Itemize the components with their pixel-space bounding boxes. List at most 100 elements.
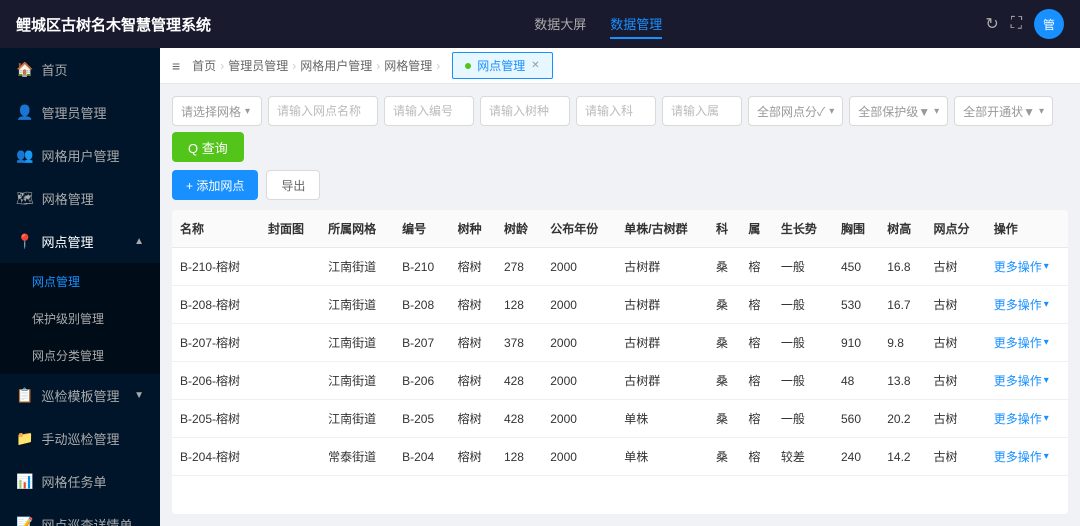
template-icon: 📋 <box>16 387 33 404</box>
op-more-link[interactable]: 更多操作 ▾ <box>994 410 1060 427</box>
op-chevron-icon: ▾ <box>1044 375 1049 386</box>
sidebar-item-patrol-template[interactable]: 📋 巡检模板管理 ▼ <box>0 374 160 417</box>
col-code: 编号 <box>394 210 450 248</box>
add-node-button[interactable]: + 添加网点 <box>172 170 258 200</box>
sidebar-item-admin[interactable]: 👤 管理员管理 <box>0 91 160 134</box>
op-more-link[interactable]: 更多操作 ▾ <box>994 334 1060 351</box>
filter-genus-input[interactable] <box>662 96 742 126</box>
filter-grid-placeholder: 请选择网格 <box>181 103 241 120</box>
sidebar-sub-node: 网点管理 保护级别管理 网点分类管理 <box>0 263 160 374</box>
sidebar-sub-classification[interactable]: 网点分类管理 <box>0 337 160 374</box>
content-area: 请选择网格 ▾ 全部网点分✓ ▾ 全部保护级▼ ▾ 全部开通状▼ <box>160 84 1080 526</box>
grid-icon: 🗺 <box>16 190 34 207</box>
refresh-icon[interactable]: ↻ <box>985 14 998 34</box>
sidebar-sub-protection[interactable]: 保护级别管理 <box>0 300 160 337</box>
table-container: 名称 封面图 所属网格 编号 树种 树龄 公布年份 单株/古树群 科 属 生长势… <box>172 210 1068 514</box>
tabs-bar: ≡ 首页 › 管理员管理 › 网格用户管理 › 网格管理 › 网点管理 ✕ <box>160 48 1080 84</box>
filter-score-select[interactable]: 全部网点分✓ ▾ <box>748 96 843 126</box>
op-more-link[interactable]: 更多操作 ▾ <box>994 448 1060 465</box>
home-icon: 🏠 <box>16 61 33 78</box>
col-grid: 所属网格 <box>320 210 394 248</box>
tab-close-icon[interactable]: ✕ <box>531 60 539 71</box>
table-header-row: 名称 封面图 所属网格 编号 树种 树龄 公布年份 单株/古树群 科 属 生长势… <box>172 210 1068 248</box>
filter-protection-label: 全部保护级▼ <box>858 103 930 120</box>
col-score: 网点分 <box>926 210 986 248</box>
col-op: 操作 <box>986 210 1068 248</box>
table-row: B-204-榕树常泰街道B-204榕树1282000单株桑榕较差24014.2古… <box>172 438 1068 476</box>
filter-code-input[interactable] <box>384 96 474 126</box>
col-genus: 属 <box>740 210 772 248</box>
breadcrumb-grid[interactable]: 网格管理 <box>384 57 432 74</box>
fullscreen-icon[interactable]: ⛶ <box>1011 15 1022 33</box>
op-more-link[interactable]: 更多操作 ▾ <box>994 258 1060 275</box>
col-growth: 生长势 <box>773 210 833 248</box>
nav-data-manage[interactable]: 数据管理 <box>610 10 662 39</box>
query-button[interactable]: Q 查询 <box>172 132 244 162</box>
filter-score-label: 全部网点分✓ <box>757 103 825 120</box>
action-bar: + 添加网点 导出 <box>172 170 1068 200</box>
breadcrumb-grid-user[interactable]: 网格用户管理 <box>300 57 372 74</box>
data-table: 名称 封面图 所属网格 编号 树种 树龄 公布年份 单株/古树群 科 属 生长势… <box>172 210 1068 476</box>
node-icon: 📍 <box>16 233 33 250</box>
op-chevron-icon: ▾ <box>1044 451 1049 462</box>
col-type: 单株/古树群 <box>616 210 708 248</box>
table-row: B-206-榕树江南街道B-206榕树4282000古树群桑榕一般4813.8古… <box>172 362 1068 400</box>
col-name: 名称 <box>172 210 260 248</box>
tab-node-manage[interactable]: 网点管理 ✕ <box>452 52 552 79</box>
sidebar-item-manual-patrol[interactable]: 📁 手动巡检管理 <box>0 417 160 460</box>
sidebar-item-grid[interactable]: 🗺 网格管理 <box>0 177 160 220</box>
task-icon: 📊 <box>16 473 33 490</box>
grid-user-icon: 👥 <box>16 147 33 164</box>
col-family: 科 <box>708 210 740 248</box>
export-button[interactable]: 导出 <box>266 170 320 200</box>
col-girth: 胸围 <box>833 210 879 248</box>
op-chevron-icon: ▾ <box>1044 413 1049 424</box>
filter-protection-arrow: ▾ <box>934 106 939 117</box>
header-actions: ↻ ⛶ 管 <box>985 9 1064 39</box>
filter-name-input[interactable] <box>268 96 378 126</box>
tab-active-dot <box>465 63 471 69</box>
col-height: 树高 <box>879 210 925 248</box>
breadcrumb-admin[interactable]: 管理员管理 <box>228 57 288 74</box>
sidebar-item-grid-user[interactable]: 👥 网格用户管理 <box>0 134 160 177</box>
detail-icon: 📝 <box>16 516 33 526</box>
table-row: B-208-榕树江南街道B-208榕树1282000古树群桑榕一般53016.7… <box>172 286 1068 324</box>
table-row: B-207-榕树江南街道B-207榕树3782000古树群桑榕一般9109.8古… <box>172 324 1068 362</box>
sidebar-item-node-manage[interactable]: 📍 网点管理 ▲ <box>0 220 160 263</box>
table-row: B-210-榕树江南街道B-210榕树2782000古树群桑榕一般45016.8… <box>172 248 1068 286</box>
breadcrumb: 首页 › 管理员管理 › 网格用户管理 › 网格管理 › <box>192 57 440 74</box>
sidebar-item-detail[interactable]: 📝 网点巡查详情单 <box>0 503 160 526</box>
op-chevron-icon: ▾ <box>1044 299 1049 310</box>
col-cover: 封面图 <box>260 210 320 248</box>
filter-bar: 请选择网格 ▾ 全部网点分✓ ▾ 全部保护级▼ ▾ 全部开通状▼ <box>172 96 1068 162</box>
filter-species-input[interactable] <box>480 96 570 126</box>
nav-data-screen[interactable]: 数据大屏 <box>534 10 586 39</box>
op-more-link[interactable]: 更多操作 ▾ <box>994 372 1060 389</box>
avatar[interactable]: 管 <box>1034 9 1064 39</box>
sidebar-item-task[interactable]: 📊 网格任务单 <box>0 460 160 503</box>
chevron-down-icon: ▼ <box>134 390 144 401</box>
layout: 🏠 首页 👤 管理员管理 👥 网格用户管理 🗺 网格管理 📍 网点管理 ▲ 网点… <box>0 48 1080 526</box>
chevron-up-icon: ▲ <box>134 236 144 247</box>
filter-status-select[interactable]: 全部开通状▼ ▾ <box>954 96 1053 126</box>
col-species: 树种 <box>450 210 496 248</box>
op-more-link[interactable]: 更多操作 ▾ <box>994 296 1060 313</box>
filter-status-label: 全部开通状▼ <box>963 103 1035 120</box>
filter-family-input[interactable] <box>576 96 656 126</box>
manual-icon: 📁 <box>16 430 33 447</box>
sidebar-sub-node-manage[interactable]: 网点管理 <box>0 263 160 300</box>
filter-grid-arrow: ▾ <box>245 106 250 117</box>
admin-icon: 👤 <box>16 104 33 121</box>
sidebar-item-home[interactable]: 🏠 首页 <box>0 48 160 91</box>
menu-icon[interactable]: ≡ <box>172 58 180 74</box>
col-year: 公布年份 <box>542 210 616 248</box>
breadcrumb-home[interactable]: 首页 <box>192 57 216 74</box>
col-age: 树龄 <box>496 210 542 248</box>
header: 鲤城区古树名木智慧管理系统 数据大屏 数据管理 ↻ ⛶ 管 <box>0 0 1080 48</box>
filter-status-arrow: ▾ <box>1039 106 1044 117</box>
filter-protection-select[interactable]: 全部保护级▼ ▾ <box>849 96 948 126</box>
app-title: 鲤城区古树名木智慧管理系统 <box>16 14 211 35</box>
table-row: B-205-榕树江南街道B-205榕树4282000单株桑榕一般56020.2古… <box>172 400 1068 438</box>
filter-grid-select[interactable]: 请选择网格 ▾ <box>172 96 262 126</box>
header-nav: 数据大屏 数据管理 <box>534 10 662 39</box>
